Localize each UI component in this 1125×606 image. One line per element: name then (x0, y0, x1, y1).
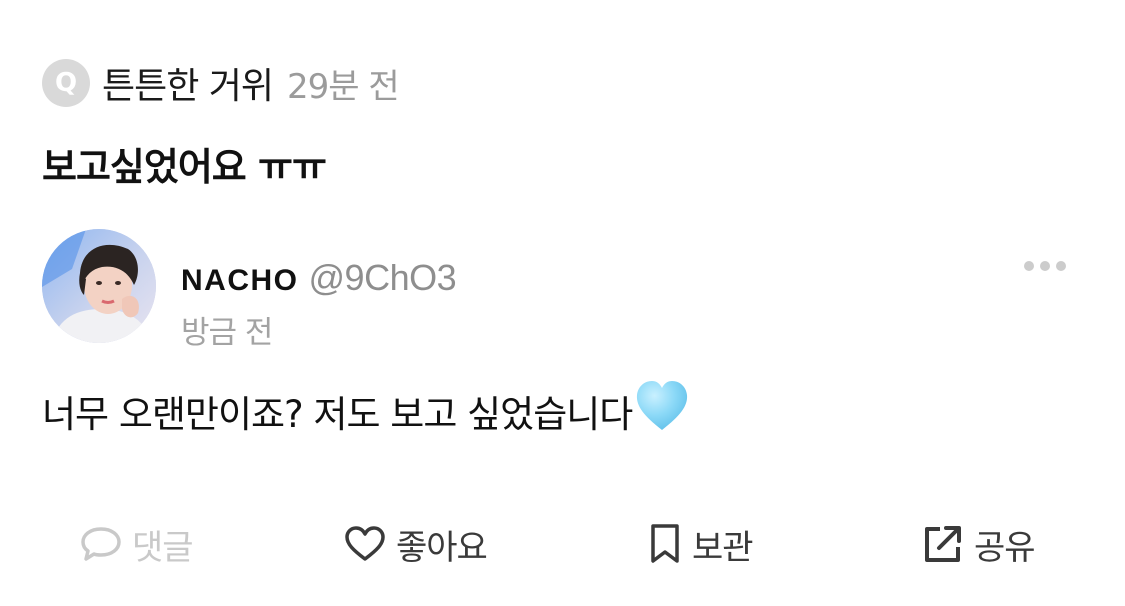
question-text: 보고싶었어요 ㅠㅠ (42, 145, 327, 189)
author-line: NACHO @9ChO3 (181, 257, 457, 299)
avatar[interactable] (42, 229, 156, 343)
avatar-photo (42, 229, 156, 343)
question-badge-icon: Q (42, 59, 90, 107)
answer-body: 너무 오랜만이죠? 저도 보고 싶었습니다 (42, 380, 690, 441)
author-name[interactable]: NACHO (181, 264, 299, 298)
more-dot (1024, 261, 1034, 271)
asker-name[interactable]: 튼튼한 거위 (102, 57, 274, 109)
author-handle[interactable]: @9ChO3 (309, 257, 457, 299)
bookmark-icon (651, 524, 679, 563)
more-dot (1056, 261, 1066, 271)
answer-text: 너무 오랜만이죠? 저도 보고 싶었습니다 (42, 392, 633, 436)
share-external-icon (925, 526, 961, 562)
question-header: Q 튼튼한 거위 29분 전 (42, 57, 400, 109)
comment-bubble-icon (81, 527, 121, 561)
save-button[interactable]: 보관 (648, 512, 754, 576)
action-bar: 댓글 좋아요 보관 공유 (0, 512, 1125, 576)
question-timestamp: 29분 전 (287, 66, 400, 107)
more-dot (1040, 261, 1050, 271)
question-badge-letter: Q (54, 68, 78, 98)
share-label: 공유 (974, 527, 1036, 568)
answer-timestamp: 방금 전 (181, 315, 273, 351)
share-button[interactable]: 공유 (922, 512, 1036, 576)
heart-outline-icon (345, 526, 385, 561)
save-label: 보관 (692, 527, 754, 568)
comment-label: 댓글 (132, 527, 194, 568)
comment-button[interactable]: 댓글 (80, 512, 194, 576)
more-options-icon[interactable] (1024, 259, 1066, 273)
like-button[interactable]: 좋아요 (344, 512, 488, 576)
answer-header: NACHO @9ChO3 방금 전 (42, 229, 1082, 351)
like-label: 좋아요 (396, 527, 488, 568)
light-blue-heart-icon (634, 380, 690, 441)
